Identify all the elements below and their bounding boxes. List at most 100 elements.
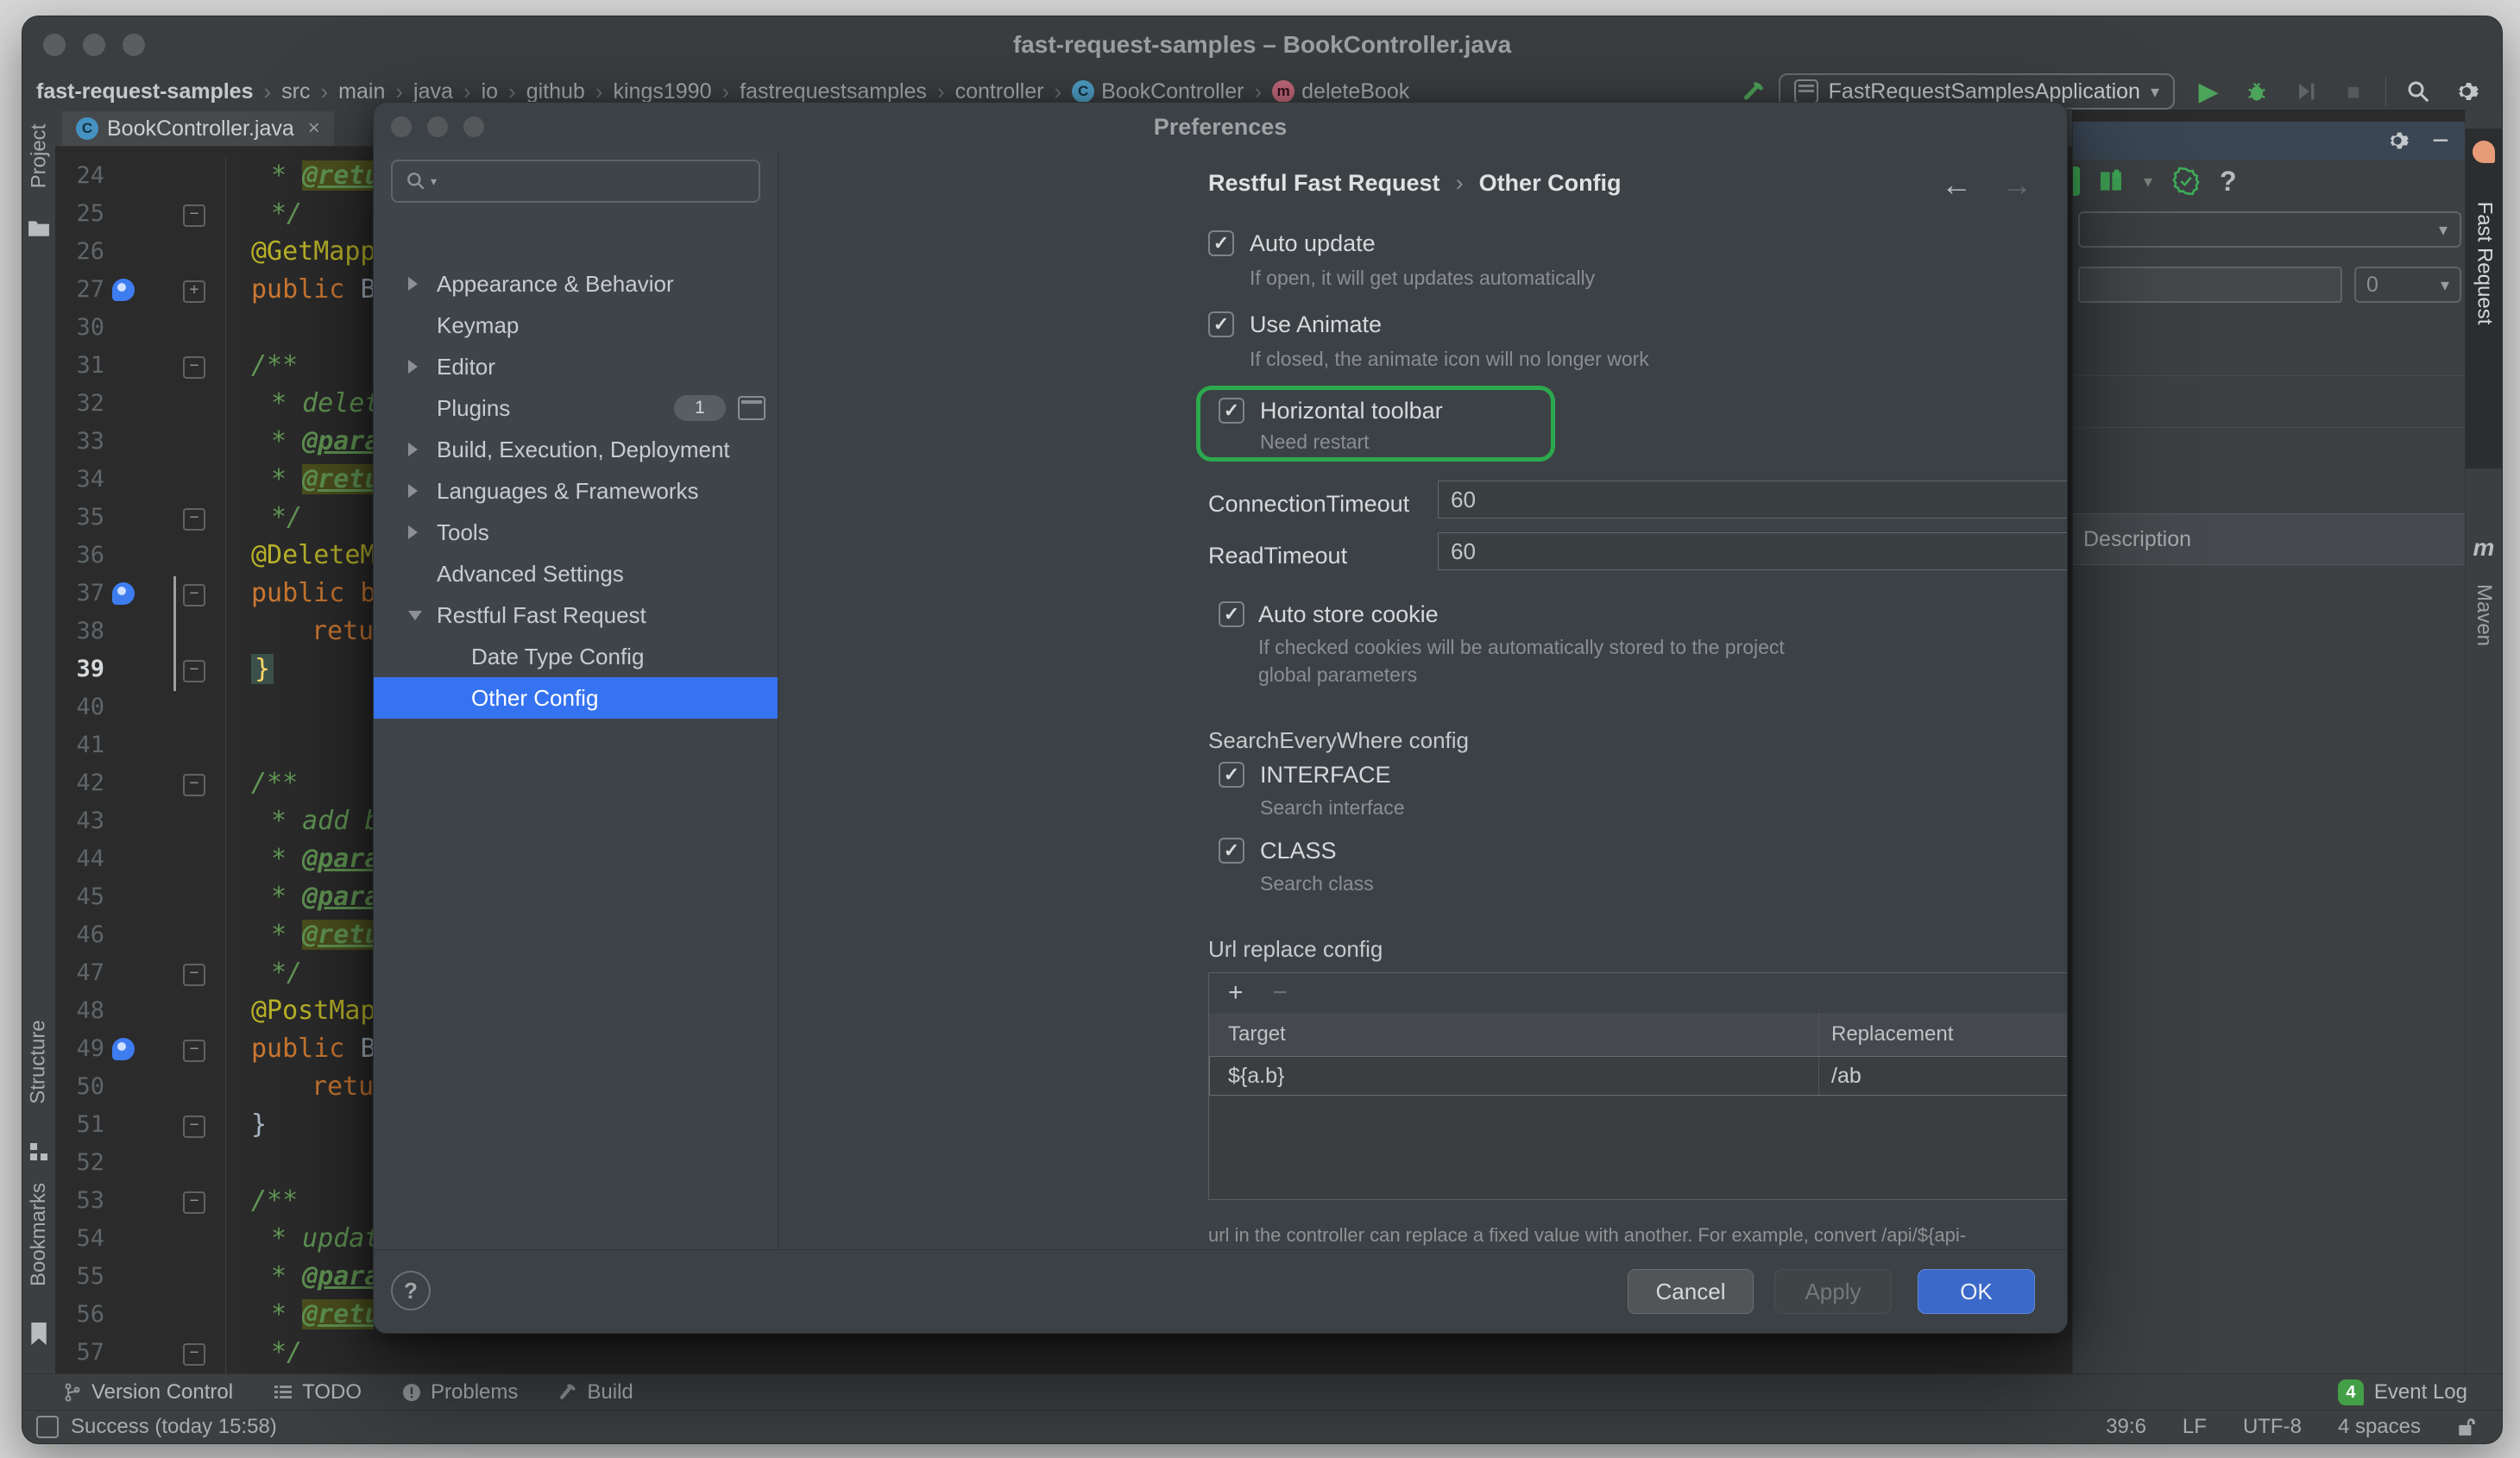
auto-update-checkbox[interactable]: ✓ [1208,230,1234,256]
fold-icon[interactable]: − [183,1040,205,1062]
use-animate-checkbox[interactable]: ✓ [1208,311,1234,337]
breadcrumb-item[interactable]: io [482,79,498,104]
fold-icon[interactable]: − [183,774,205,796]
fold-icon[interactable]: − [183,508,205,531]
fold-icon[interactable]: − [183,584,205,606]
tool-tab-bookmarks[interactable]: Bookmarks [22,1222,55,1345]
add-row-button[interactable]: + [1228,978,1244,1008]
tool-tab-fast-request[interactable]: Fast Request [2466,129,2502,468]
breadcrumb-item[interactable]: controller [955,79,1044,104]
fast-request-gutter-icon[interactable] [112,1038,135,1060]
tool-tab-problems[interactable]: Problems [401,1380,518,1405]
code-editor[interactable]: 24* @retu 25−*/ 26@GetMapp 27+public B 3… [55,157,374,1374]
fast-request-gutter-icon[interactable] [112,279,135,301]
chevron-right-icon[interactable] [408,360,418,374]
cell-replacement[interactable]: /ab [1818,1056,2068,1096]
back-arrow-icon[interactable]: ← [1941,167,1972,203]
maximize-dialog-button[interactable] [463,116,484,137]
fast-request-gutter-icon[interactable] [112,582,135,605]
tree-item-build[interactable]: Build, Execution, Deployment [374,429,778,470]
horizontal-toolbar-checkbox[interactable]: ✓ [1219,398,1244,424]
project-select[interactable]: ▾ [2078,211,2461,248]
indent-setting[interactable]: 4 spaces [2338,1415,2421,1439]
breadcrumb-item[interactable]: github [526,79,585,104]
api-doc-icon[interactable] [2097,167,2125,195]
table-row[interactable]: ${a.b} /ab [1209,1056,2068,1096]
help-button[interactable]: ? [391,1271,431,1310]
tool-tab-version-control[interactable]: Version Control [62,1380,233,1405]
settings-search-input[interactable]: ▾ [391,160,760,203]
breadcrumb-item[interactable]: fastrequestsamples [740,79,927,104]
chevron-right-icon[interactable] [408,525,418,539]
coverage-button[interactable] [2292,79,2318,104]
tree-item-editor[interactable]: Editor [374,346,778,387]
stop-button[interactable]: ■ [2340,79,2366,104]
breadcrumb-item[interactable]: main [338,79,385,104]
editor-tab[interactable]: C BookController.java × [62,111,334,146]
breadcrumb-item[interactable]: deleteBook [1301,79,1409,104]
tree-item-keymap[interactable]: Keymap [374,305,778,346]
chevron-down-icon[interactable]: ▾ [2144,171,2152,192]
build-hammer-icon[interactable] [1741,79,1767,104]
column-header-target[interactable]: Target [1209,1022,1818,1046]
caret-position[interactable]: 39:6 [2106,1415,2146,1439]
chevron-down-icon[interactable] [408,611,422,620]
tree-item-date-type-config[interactable]: Date Type Config [374,636,778,677]
help-icon[interactable]: ? [2220,166,2237,198]
ok-button[interactable]: OK [1918,1269,2035,1314]
cell-target[interactable]: ${a.b} [1209,1064,1818,1089]
tree-item-languages[interactable]: Languages & Frameworks [374,470,778,512]
file-encoding[interactable]: UTF-8 [2243,1415,2302,1439]
tree-item-restful-fast-request[interactable]: Restful Fast Request [374,594,778,636]
breadcrumb-item[interactable]: BookController [1101,79,1244,104]
breadcrumb-item[interactable]: java [413,79,453,104]
tool-tab-build[interactable]: Build [558,1380,633,1405]
fold-icon[interactable]: − [183,964,205,986]
event-log-button[interactable]: 4 Event Log [2338,1379,2467,1405]
chevron-right-icon[interactable] [408,484,418,498]
cancel-button[interactable]: Cancel [1628,1269,1754,1314]
check-badge-icon[interactable] [2171,167,2201,196]
debug-button[interactable] [2244,79,2270,104]
close-dialog-button[interactable] [391,116,412,137]
dialog-traffic-lights[interactable] [391,116,484,137]
class-checkbox[interactable]: ✓ [1219,838,1244,864]
connection-timeout-input[interactable] [1438,481,2068,518]
tool-tab-todo[interactable]: TODO [273,1380,362,1405]
settings-breadcrumb-parent[interactable]: Restful Fast Request [1208,170,1440,196]
minimize-dialog-button[interactable] [427,116,448,137]
line-separator[interactable]: LF [2183,1415,2207,1439]
column-header-replacement[interactable]: Replacement [1818,1013,2068,1056]
tree-item-appearance[interactable]: Appearance & Behavior [374,263,778,305]
read-timeout-input[interactable] [1438,532,2068,570]
lock-icon[interactable] [2457,1417,2476,1437]
breadcrumb-item[interactable]: src [281,79,310,104]
fold-icon[interactable]: − [183,204,205,227]
interface-checkbox[interactable]: ✓ [1219,762,1244,788]
fold-icon[interactable]: + [183,280,205,303]
breadcrumb-item[interactable]: fast-request-samples [36,79,253,104]
gear-icon[interactable] [2454,79,2479,104]
fold-icon[interactable]: − [183,1191,205,1214]
chevron-right-icon[interactable] [408,443,418,456]
tool-tab-structure[interactable]: Structure [22,1050,55,1162]
auto-store-cookie-checkbox[interactable]: ✓ [1219,601,1244,627]
fold-icon[interactable]: − [183,660,205,682]
tool-tab-project[interactable]: Project [22,144,55,237]
tree-item-plugins[interactable]: Plugins 1 [374,387,778,429]
fold-icon[interactable]: − [183,1343,205,1366]
hide-panel-icon[interactable]: − [2432,132,2449,149]
tool-tab-maven[interactable]: m Maven [2466,534,2502,732]
run-button[interactable]: ▶ [2196,79,2221,104]
gear-icon[interactable] [2385,129,2410,153]
fold-icon[interactable]: − [183,1115,205,1138]
search-icon[interactable] [2405,79,2431,104]
breadcrumb-item[interactable]: kings1990 [614,79,712,104]
count-select[interactable]: 0 ▾ [2354,267,2461,303]
filter-input[interactable] [2078,267,2342,303]
tree-item-tools[interactable]: Tools [374,512,778,553]
tree-item-other-config[interactable]: Other Config [374,677,778,719]
tree-item-advanced-settings[interactable]: Advanced Settings [374,553,778,594]
status-icon[interactable] [36,1416,59,1438]
fold-icon[interactable]: − [183,356,205,379]
